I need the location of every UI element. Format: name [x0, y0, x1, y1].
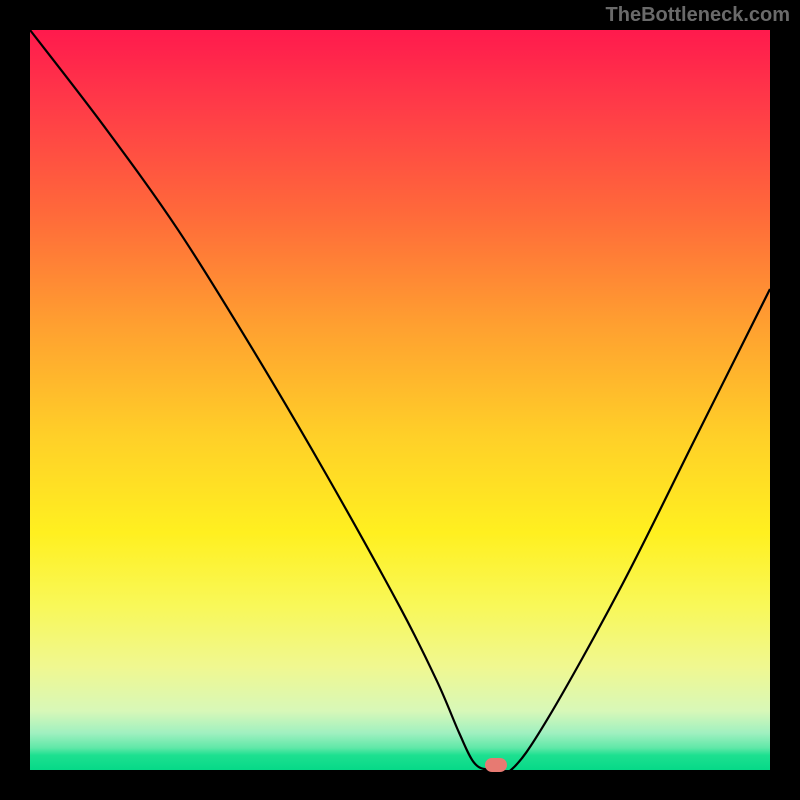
chart-container: TheBottleneck.com	[0, 0, 800, 800]
bottleneck-curve	[30, 30, 770, 770]
plot-area	[30, 30, 770, 770]
optimal-marker	[485, 758, 507, 772]
watermark-label: TheBottleneck.com	[606, 4, 790, 27]
